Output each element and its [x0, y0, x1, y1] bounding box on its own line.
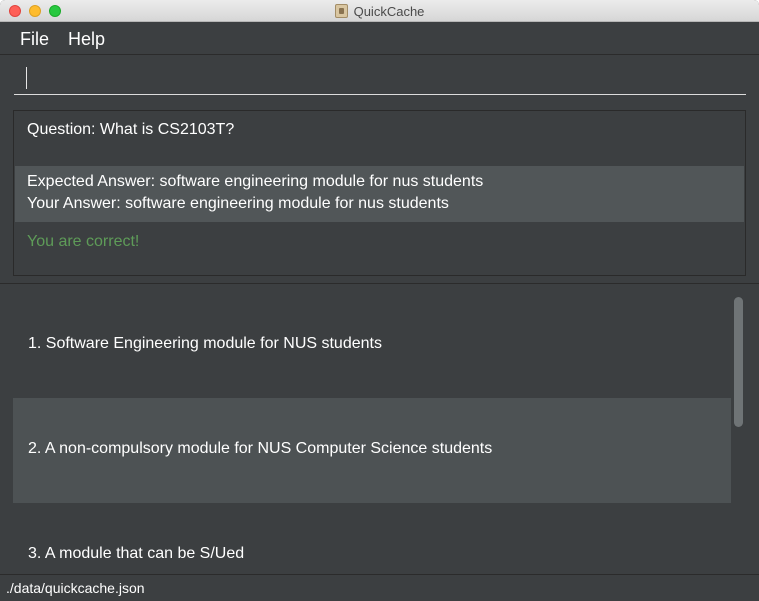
- scrollbar-thumb[interactable]: [734, 297, 743, 427]
- option-label: 1. Software Engineering module for NUS s…: [28, 335, 382, 352]
- option-label: 3. A module that can be S/Ued: [28, 545, 245, 562]
- menu-help[interactable]: Help: [68, 29, 105, 50]
- status-file-path: ./data/quickcache.json: [6, 580, 145, 596]
- expected-answer-text: Expected Answer: software engineering mo…: [27, 173, 484, 190]
- window-title: QuickCache: [353, 3, 425, 19]
- status-bar: ./data/quickcache.json: [0, 574, 759, 601]
- option-list-panel: 1. Software Engineering module for NUS s…: [0, 284, 759, 574]
- option-list-item-2[interactable]: 2. A non-compulsory module for NUS Compu…: [13, 398, 731, 503]
- answer-block: Expected Answer: software engineering mo…: [15, 166, 744, 222]
- question-text: Question: What is CS2103T?: [27, 121, 235, 138]
- command-box: [0, 55, 759, 102]
- quickcache-app-icon: [334, 4, 348, 18]
- app-window: QuickCache File Help Question: What is C…: [0, 0, 759, 601]
- command-input[interactable]: [14, 63, 746, 95]
- menu-file[interactable]: File: [20, 29, 49, 50]
- title-group: QuickCache: [0, 0, 759, 22]
- text-caret: [26, 67, 27, 89]
- result-display: Question: What is CS2103T? Expected Answ…: [13, 110, 746, 276]
- your-answer-text: Your Answer: software engineering module…: [27, 195, 449, 212]
- option-label: 2. A non-compulsory module for NUS Compu…: [28, 440, 493, 457]
- option-list-item-3[interactable]: 3. A module that can be S/Ued: [13, 503, 731, 574]
- menu-bar: File Help: [0, 22, 759, 55]
- feedback-text: You are correct!: [27, 233, 140, 250]
- title-bar: QuickCache: [0, 0, 759, 22]
- option-list-item-1[interactable]: 1. Software Engineering module for NUS s…: [13, 293, 731, 398]
